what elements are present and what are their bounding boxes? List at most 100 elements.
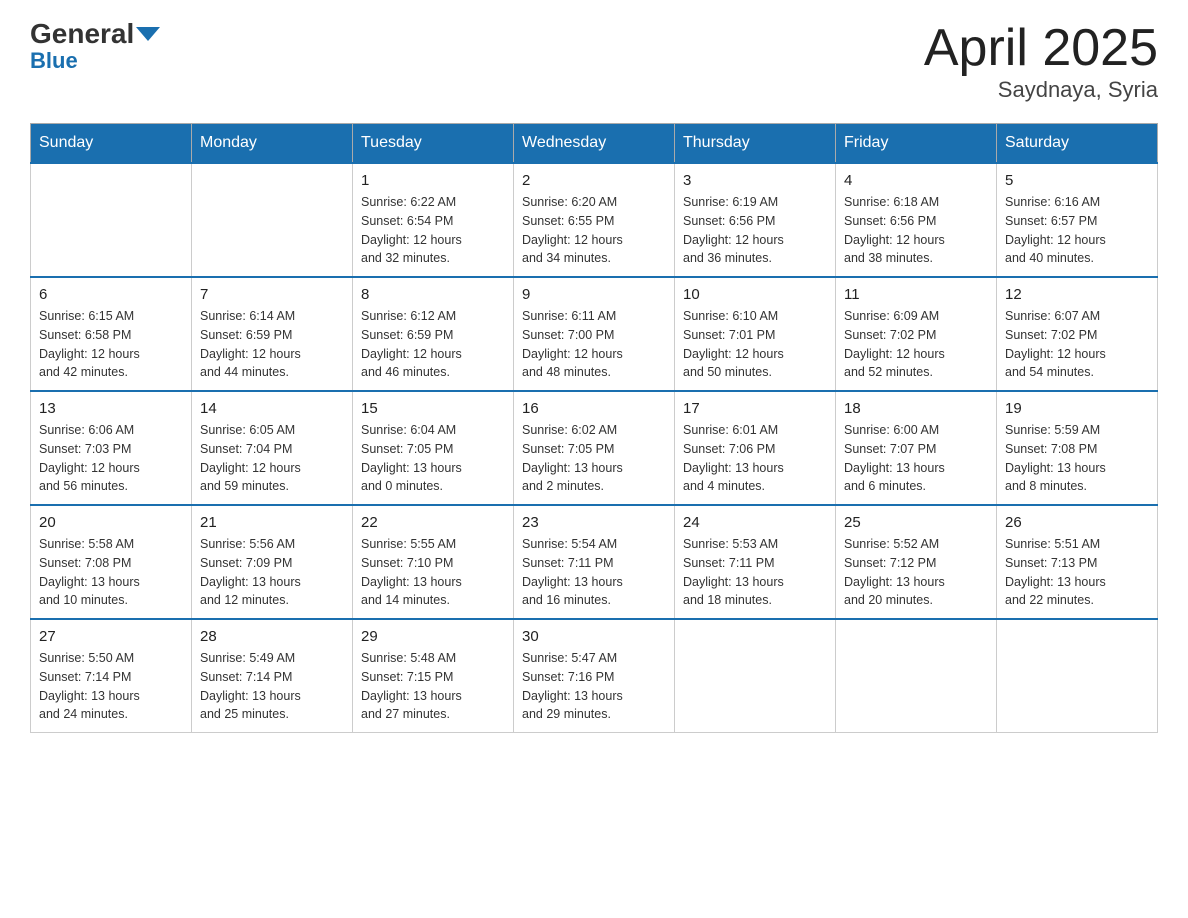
day-number: 13 [39,400,183,417]
calendar-cell: 30 Sunrise: 5:47 AMSunset: 7:16 PMDayligh… [514,619,675,733]
day-number: 24 [683,514,827,531]
day-number: 26 [1005,514,1149,531]
calendar-cell: 3 Sunrise: 6:19 AMSunset: 6:56 PMDaylight… [675,163,836,277]
day-number: 6 [39,286,183,303]
calendar-cell: 25Sunrise: 5:52 AMSunset: 7:12 PMDayligh… [836,505,997,619]
day-info: Sunrise: 6:15 AMSunset: 6:58 PMDaylight:… [39,307,183,382]
calendar-week-3: 13 Sunrise: 6:06 AMSunset: 7:03 PMDayligh… [31,391,1158,505]
day-info: Sunrise: 6:06 AMSunset: 7:03 PMDaylight:… [39,421,183,496]
day-number: 11 [844,286,988,303]
day-info: Sunrise: 5:51 AMSunset: 7:13 PMDaylight:… [1005,535,1149,610]
calendar-cell [192,163,353,277]
calendar-cell: 24Sunrise: 5:53 AMSunset: 7:11 PMDayligh… [675,505,836,619]
page-header: General Blue April 2025 Saydnaya, Syria [30,20,1158,103]
calendar-header: Sunday Monday Tuesday Wednesday Thursday… [31,124,1158,164]
calendar-week-5: 27 Sunrise: 5:50 AMSunset: 7:14 PMDayligh… [31,619,1158,733]
day-info: Sunrise: 6:00 AMSunset: 7:07 PMDaylight:… [844,421,988,496]
day-number: 12 [1005,286,1149,303]
calendar-cell: 26 Sunrise: 5:51 AMSunset: 7:13 PMDayligh… [997,505,1158,619]
logo-triangle-icon [136,27,160,41]
calendar-cell: 4 Sunrise: 6:18 AMSunset: 6:56 PMDaylight… [836,163,997,277]
day-number: 2 [522,172,666,189]
day-number: 3 [683,172,827,189]
calendar-cell: 29 Sunrise: 5:48 AMSunset: 7:15 PMDayligh… [353,619,514,733]
day-number: 27 [39,628,183,645]
day-number: 7 [200,286,344,303]
day-info: Sunrise: 5:55 AMSunset: 7:10 PMDaylight:… [361,535,505,610]
col-tuesday: Tuesday [353,124,514,164]
day-number: 22 [361,514,505,531]
day-number: 5 [1005,172,1149,189]
day-info: Sunrise: 5:50 AMSunset: 7:14 PMDaylight:… [39,649,183,724]
calendar-cell: 18 Sunrise: 6:00 AMSunset: 7:07 PMDayligh… [836,391,997,505]
calendar-cell [31,163,192,277]
day-info: Sunrise: 6:14 AMSunset: 6:59 PMDaylight:… [200,307,344,382]
day-info: Sunrise: 6:05 AMSunset: 7:04 PMDaylight:… [200,421,344,496]
day-info: Sunrise: 5:58 AMSunset: 7:08 PMDaylight:… [39,535,183,610]
day-info: Sunrise: 6:09 AMSunset: 7:02 PMDaylight:… [844,307,988,382]
day-number: 28 [200,628,344,645]
day-info: Sunrise: 6:20 AMSunset: 6:55 PMDaylight:… [522,193,666,268]
col-friday: Friday [836,124,997,164]
calendar-cell: 7 Sunrise: 6:14 AMSunset: 6:59 PMDaylight… [192,277,353,391]
calendar-cell: 1Sunrise: 6:22 AMSunset: 6:54 PMDaylight… [353,163,514,277]
title-block: April 2025 Saydnaya, Syria [924,20,1158,103]
calendar-cell: 23 Sunrise: 5:54 AMSunset: 7:11 PMDayligh… [514,505,675,619]
calendar-table: Sunday Monday Tuesday Wednesday Thursday… [30,123,1158,733]
day-info: Sunrise: 5:59 AMSunset: 7:08 PMDaylight:… [1005,421,1149,496]
calendar-cell: 22 Sunrise: 5:55 AMSunset: 7:10 PMDayligh… [353,505,514,619]
day-info: Sunrise: 6:19 AMSunset: 6:56 PMDaylight:… [683,193,827,268]
calendar-week-4: 20 Sunrise: 5:58 AMSunset: 7:08 PMDayligh… [31,505,1158,619]
day-number: 17 [683,400,827,417]
day-number: 23 [522,514,666,531]
calendar-cell: 5Sunrise: 6:16 AMSunset: 6:57 PMDaylight… [997,163,1158,277]
calendar-cell: 2 Sunrise: 6:20 AMSunset: 6:55 PMDaylight… [514,163,675,277]
calendar-week-2: 6 Sunrise: 6:15 AMSunset: 6:58 PMDaylight… [31,277,1158,391]
calendar-cell: 28 Sunrise: 5:49 AMSunset: 7:14 PMDayligh… [192,619,353,733]
day-number: 10 [683,286,827,303]
calendar-cell: 10 Sunrise: 6:10 AMSunset: 7:01 PMDayligh… [675,277,836,391]
day-info: Sunrise: 6:11 AMSunset: 7:00 PMDaylight:… [522,307,666,382]
calendar-cell: 13 Sunrise: 6:06 AMSunset: 7:03 PMDayligh… [31,391,192,505]
calendar-cell [675,619,836,733]
calendar-cell: 15Sunrise: 6:04 AMSunset: 7:05 PMDayligh… [353,391,514,505]
day-number: 18 [844,400,988,417]
calendar-cell: 20 Sunrise: 5:58 AMSunset: 7:08 PMDayligh… [31,505,192,619]
day-info: Sunrise: 6:02 AMSunset: 7:05 PMDaylight:… [522,421,666,496]
calendar-cell: 19 Sunrise: 5:59 AMSunset: 7:08 PMDayligh… [997,391,1158,505]
col-wednesday: Wednesday [514,124,675,164]
day-number: 19 [1005,400,1149,417]
day-number: 20 [39,514,183,531]
calendar-cell: 9Sunrise: 6:11 AMSunset: 7:00 PMDaylight… [514,277,675,391]
calendar-body: 1Sunrise: 6:22 AMSunset: 6:54 PMDaylight… [31,163,1158,733]
calendar-cell: 16 Sunrise: 6:02 AMSunset: 7:05 PMDayligh… [514,391,675,505]
day-number: 21 [200,514,344,531]
day-number: 29 [361,628,505,645]
day-number: 1 [361,172,505,189]
day-info: Sunrise: 5:47 AMSunset: 7:16 PMDaylight:… [522,649,666,724]
calendar-cell: 8Sunrise: 6:12 AMSunset: 6:59 PMDaylight… [353,277,514,391]
calendar-week-1: 1Sunrise: 6:22 AMSunset: 6:54 PMDaylight… [31,163,1158,277]
day-number: 4 [844,172,988,189]
day-number: 16 [522,400,666,417]
day-info: Sunrise: 6:18 AMSunset: 6:56 PMDaylight:… [844,193,988,268]
calendar-subtitle: Saydnaya, Syria [924,77,1158,103]
day-number: 15 [361,400,505,417]
day-info: Sunrise: 5:54 AMSunset: 7:11 PMDaylight:… [522,535,666,610]
col-sunday: Sunday [31,124,192,164]
day-info: Sunrise: 5:49 AMSunset: 7:14 PMDaylight:… [200,649,344,724]
calendar-cell: 21Sunrise: 5:56 AMSunset: 7:09 PMDayligh… [192,505,353,619]
day-number: 14 [200,400,344,417]
calendar-cell: 17Sunrise: 6:01 AMSunset: 7:06 PMDayligh… [675,391,836,505]
calendar-cell: 27 Sunrise: 5:50 AMSunset: 7:14 PMDayligh… [31,619,192,733]
col-thursday: Thursday [675,124,836,164]
calendar-cell [997,619,1158,733]
day-info: Sunrise: 6:07 AMSunset: 7:02 PMDaylight:… [1005,307,1149,382]
day-info: Sunrise: 6:10 AMSunset: 7:01 PMDaylight:… [683,307,827,382]
logo: General Blue [30,20,160,74]
day-number: 25 [844,514,988,531]
calendar-cell: 6 Sunrise: 6:15 AMSunset: 6:58 PMDaylight… [31,277,192,391]
day-info: Sunrise: 5:48 AMSunset: 7:15 PMDaylight:… [361,649,505,724]
day-number: 30 [522,628,666,645]
day-info: Sunrise: 6:12 AMSunset: 6:59 PMDaylight:… [361,307,505,382]
